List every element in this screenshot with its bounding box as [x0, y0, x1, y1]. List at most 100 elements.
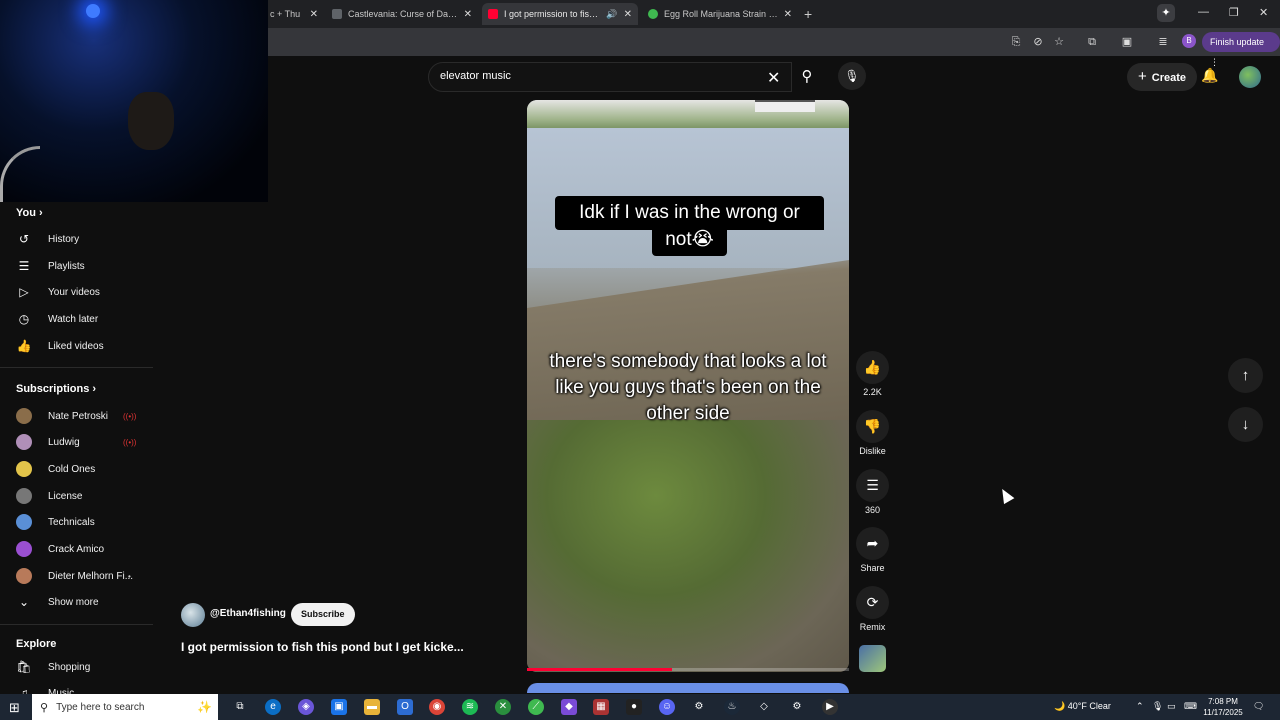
create-button[interactable]: + Create: [1127, 63, 1198, 91]
sidebar-item-history[interactable]: ↺ History: [16, 229, 79, 249]
edge-icon[interactable]: e: [265, 699, 281, 715]
comments-button[interactable]: ☰ 360: [856, 469, 889, 515]
remix-button[interactable]: ⟳ Remix: [856, 586, 889, 632]
steam-icon[interactable]: ♨: [724, 699, 740, 715]
xbox-icon[interactable]: ✕: [495, 699, 511, 715]
sidebar-item-label: Ludwig: [48, 436, 80, 448]
keyboard-icon[interactable]: ⌨: [1184, 701, 1197, 712]
settings-app-icon[interactable]: ⚙: [691, 699, 707, 715]
robinhood-icon[interactable]: ⟋: [528, 699, 544, 715]
minimize-icon[interactable]: —: [1198, 6, 1209, 18]
obs-icon[interactable]: ●: [626, 699, 642, 715]
task-view-icon[interactable]: ⧉: [232, 699, 248, 715]
gemini-icon[interactable]: ✦: [1157, 4, 1175, 22]
speaker-icon[interactable]: 🔊: [606, 9, 617, 20]
sidebar-item-license[interactable]: License: [16, 486, 82, 506]
channel-avatar: [16, 488, 32, 504]
sidebar-item-liked-videos[interactable]: 👍 Liked videos: [16, 336, 104, 356]
game-icon[interactable]: ▦: [593, 699, 609, 715]
bookmark-star-icon[interactable]: ☆: [1052, 35, 1066, 49]
browser-tab-2[interactable]: Castlevania: Curse of Darkness ✕: [326, 3, 478, 25]
subscriptions-label: Subscriptions: [16, 383, 90, 395]
sidebar-item-watch-later[interactable]: ◷ Watch later: [16, 309, 98, 329]
close-tab-icon[interactable]: ✕: [464, 9, 472, 20]
outlook-icon[interactable]: O: [397, 699, 413, 715]
video-progress-fill: [527, 668, 672, 671]
copilot-icon[interactable]: ◈: [298, 699, 314, 715]
close-tab-icon[interactable]: ✕: [624, 9, 632, 20]
extensions-icon[interactable]: ⧉: [1085, 35, 1099, 49]
sidebar-item-label: Dieter Melhorn Fi...: [48, 570, 134, 582]
windows-start-icon[interactable]: ⊞: [9, 700, 20, 716]
video-grass: [527, 420, 849, 672]
install-app-icon[interactable]: ⎘: [1009, 35, 1023, 49]
reading-list-icon[interactable]: ≣: [1156, 35, 1170, 49]
vpn-icon[interactable]: ◇: [756, 699, 772, 715]
close-tab-icon[interactable]: ✕: [784, 9, 792, 20]
browser-tab-4[interactable]: Egg Roll Marijuana Strain Inform ✕: [642, 3, 798, 25]
gear-icon[interactable]: ⚙: [789, 699, 805, 715]
video-progress-bar[interactable]: [527, 668, 849, 671]
browser-tab-3-active[interactable]: I got permission to fish this 🔊 ✕: [482, 3, 638, 25]
clear-search-icon[interactable]: ✕: [767, 68, 780, 88]
search-input[interactable]: [440, 70, 760, 82]
sidebar-item-technicals[interactable]: Technicals: [16, 512, 95, 532]
sidebar-item-dieter-melhorn[interactable]: Dieter Melhorn Fi...: [16, 566, 133, 586]
search-button[interactable]: ⚲: [792, 62, 822, 92]
microphone-icon: 🎙: [844, 69, 860, 83]
video-house: [755, 100, 815, 112]
sidebar-item-crack-amico[interactable]: Crack Amico: [16, 539, 104, 559]
new-tab-button[interactable]: +: [804, 6, 812, 22]
next-short-preview[interactable]: [527, 683, 849, 693]
next-short-button[interactable]: ↓: [1228, 407, 1263, 442]
weather-widget[interactable]: 🌙 40°F Clear: [1054, 701, 1111, 712]
notification-icon[interactable]: 🗨: [1253, 701, 1264, 712]
voice-search-button[interactable]: 🎙: [838, 62, 866, 90]
sidebar-item-your-videos[interactable]: ▷ Your videos: [16, 282, 100, 302]
store-icon[interactable]: ▣: [331, 699, 347, 715]
discord-icon[interactable]: ☺: [659, 699, 675, 715]
network-icon[interactable]: ▭: [1167, 701, 1176, 712]
sidebar-item-label: License: [48, 490, 83, 502]
tab-title: Castlevania: Curse of Darkness: [348, 9, 458, 19]
taskbar-clock[interactable]: 7:08 PM 11/17/2025: [1200, 696, 1246, 718]
media-player-icon[interactable]: ▶: [822, 699, 838, 715]
sidebar-item-ludwig[interactable]: Ludwig: [16, 432, 80, 452]
hide-icon[interactable]: ⊘: [1031, 35, 1045, 49]
sidebar-item-playlists[interactable]: ☰ Playlists: [16, 256, 85, 276]
sidebar-item-shopping[interactable]: 🛍 Shopping: [16, 657, 90, 677]
channel-name[interactable]: @Ethan4fishing: [210, 608, 286, 619]
tray-chevron-icon[interactable]: ⌃: [1136, 701, 1144, 712]
user-avatar[interactable]: [1239, 66, 1261, 88]
split-view-icon[interactable]: ▣: [1120, 35, 1134, 49]
previous-short-button[interactable]: ↑: [1228, 358, 1263, 393]
sidebar-item-nate-petroski[interactable]: Nate Petroski: [16, 406, 108, 426]
share-button[interactable]: ➦ Share: [856, 527, 889, 573]
taskbar-search[interactable]: ⚲ Type here to search ✨: [32, 694, 218, 720]
share-label: Share: [860, 563, 885, 573]
subscribe-button[interactable]: Subscribe: [291, 603, 355, 626]
chrome-icon[interactable]: ◉: [429, 699, 445, 715]
sidebar-item-cold-ones[interactable]: Cold Ones: [16, 459, 95, 479]
sound-thumbnail[interactable]: [859, 645, 886, 672]
file-explorer-icon[interactable]: ▬: [364, 699, 380, 715]
notifications-bell-icon[interactable]: 🔔: [1201, 67, 1218, 84]
comment-icon: ☰: [856, 469, 889, 502]
show-more-button[interactable]: ⌄ Show more: [16, 592, 99, 612]
finish-update-button[interactable]: Finish update ⋮: [1202, 32, 1280, 67]
you-section-header[interactable]: You ›: [16, 207, 43, 219]
video-title[interactable]: I got permission to fish this pond but I…: [181, 640, 501, 654]
channel-avatar[interactable]: [181, 603, 205, 627]
app-icon[interactable]: ◆: [561, 699, 577, 715]
close-tab-icon[interactable]: ✕: [310, 9, 318, 20]
browser-tab-1[interactable]: c + Thu ✕: [264, 3, 324, 25]
restore-icon[interactable]: ❐: [1229, 6, 1239, 19]
spotify-icon[interactable]: ≋: [462, 699, 478, 715]
profile-avatar[interactable]: B: [1182, 34, 1196, 48]
like-button[interactable]: 👍 2.2K: [856, 351, 889, 397]
microphone-icon[interactable]: 🎙: [1152, 701, 1163, 712]
chevron-right-icon: ›: [39, 207, 43, 219]
close-window-icon[interactable]: ✕: [1259, 6, 1268, 19]
dislike-button[interactable]: 👎 Dislike: [856, 410, 889, 456]
subscriptions-section-header[interactable]: Subscriptions ›: [16, 383, 96, 395]
